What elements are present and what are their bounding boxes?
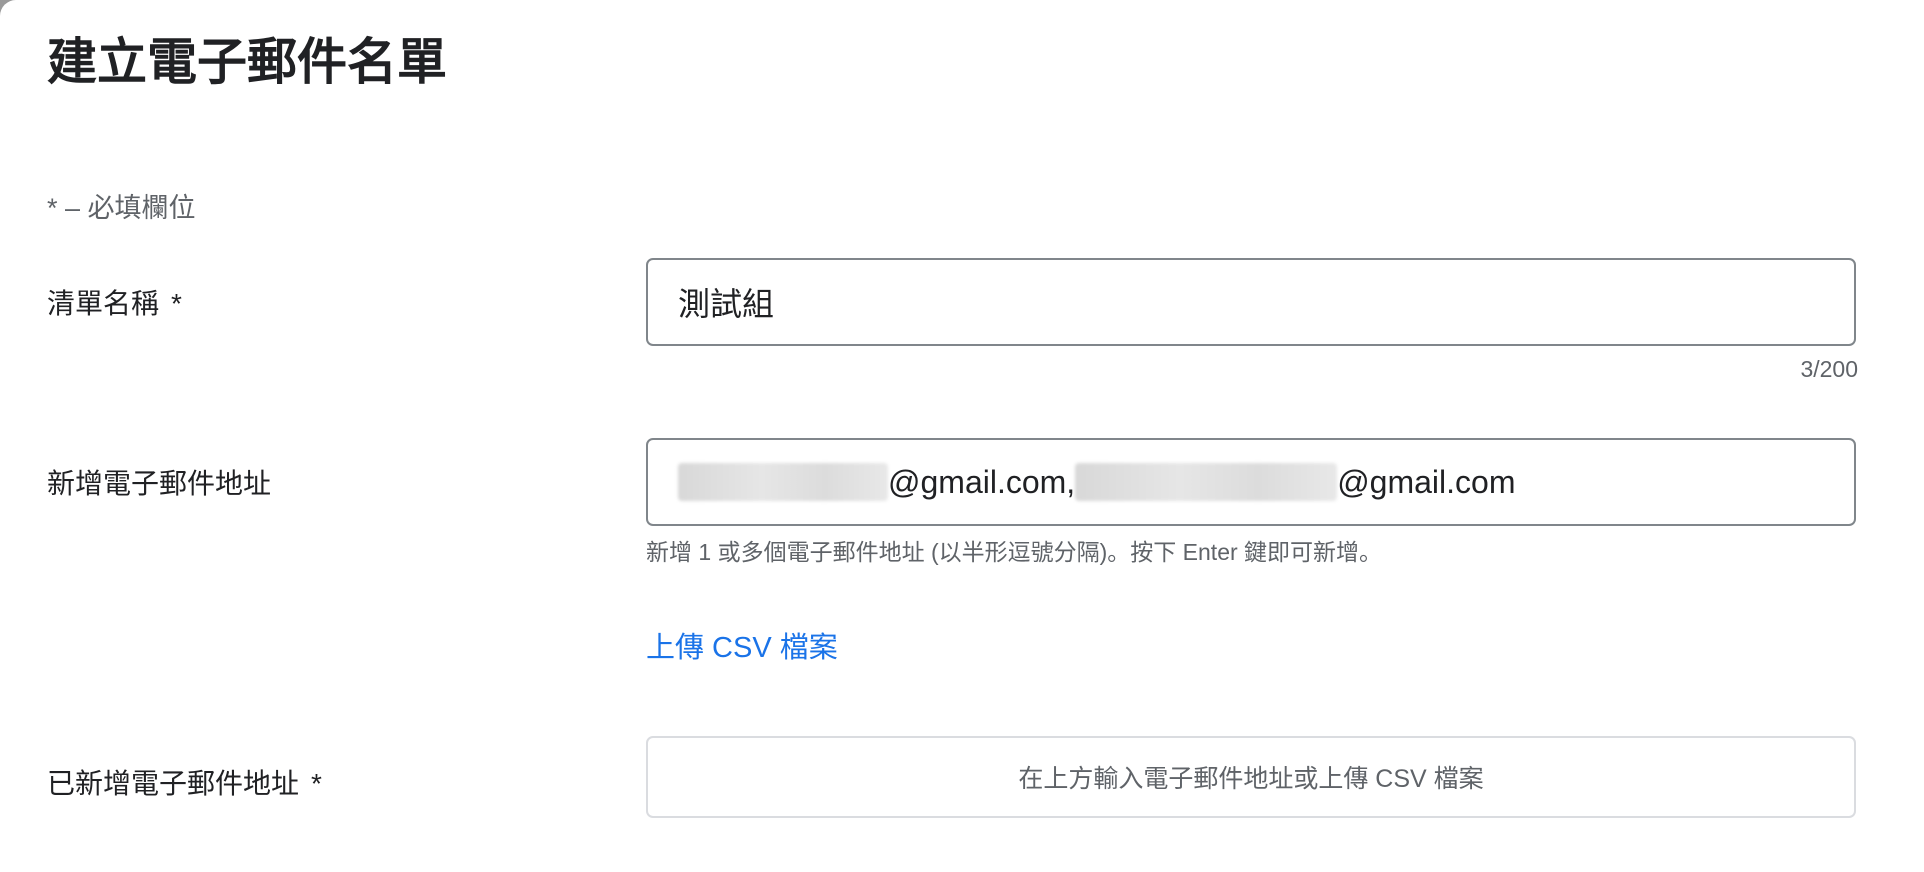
dialog-corner: [0, 0, 16, 16]
add-email-helper-text: 新增 1 或多個電子郵件地址 (以半形逗號分隔)。按下 Enter 鍵即可新增。: [646, 539, 1383, 565]
add-email-field[interactable]: @gmail.com, @gmail.com: [646, 438, 1856, 526]
character-counter: 3/200: [1800, 356, 1858, 382]
added-emails-box: 在上方輸入電子郵件地址或上傳 CSV 檔案: [646, 736, 1856, 818]
email-domain-2: @gmail.com: [1337, 463, 1516, 500]
added-emails-label-text: 已新增電子郵件地址: [47, 768, 300, 799]
redacted-email-local-part: [1075, 463, 1338, 501]
required-mark: *: [311, 768, 322, 799]
list-name-field[interactable]: [646, 258, 1856, 346]
required-fields-note: * – 必填欄位: [47, 193, 196, 223]
create-email-list-dialog: 建立電子郵件名單 * – 必填欄位 清單名稱 * 3/200 新增電子郵件地址 @…: [0, 0, 1924, 872]
list-name-label-text: 清單名稱: [47, 288, 160, 319]
dialog-title: 建立電子郵件名單: [47, 34, 447, 90]
required-mark: *: [171, 288, 182, 319]
add-email-label: 新增電子郵件地址: [47, 468, 272, 499]
email-domain-1: @gmail.com,: [888, 463, 1076, 500]
added-emails-label: 已新增電子郵件地址 *: [47, 766, 322, 802]
list-name-label: 清單名稱 *: [47, 286, 182, 322]
added-emails-placeholder: 在上方輸入電子郵件地址或上傳 CSV 檔案: [1018, 765, 1484, 793]
redacted-email-local-part: [678, 463, 888, 501]
upload-csv-link[interactable]: 上傳 CSV 檔案: [646, 630, 838, 666]
email-input-content[interactable]: @gmail.com, @gmail.com: [678, 463, 1515, 501]
list-name-input[interactable]: [678, 283, 1854, 321]
